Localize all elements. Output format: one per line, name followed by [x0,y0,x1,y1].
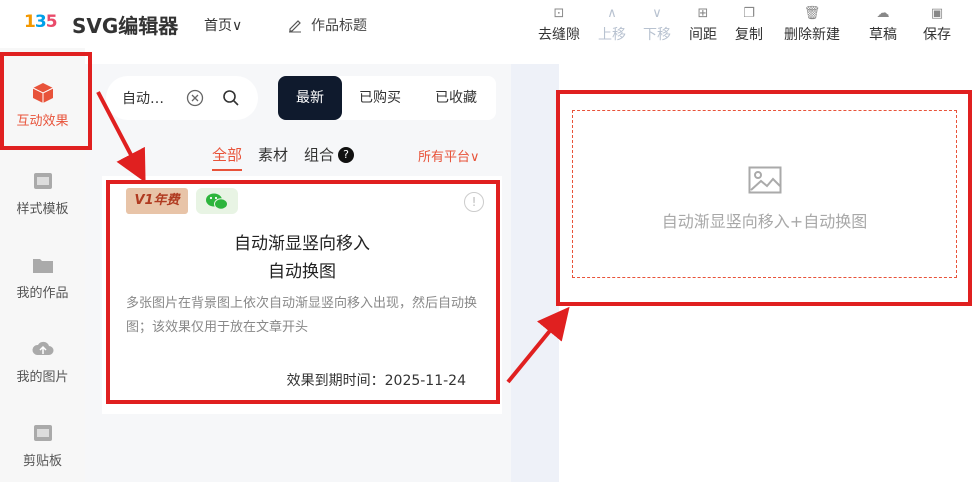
search-box [106,76,258,120]
copy-icon: ❐ [743,6,755,21]
folder-icon [32,259,53,273]
help-icon[interactable]: ? [338,147,355,163]
highlight-box-card [106,180,500,404]
tab-materials[interactable]: 素材 [258,144,288,171]
grid-icon: ⊡ [553,6,565,21]
clear-icon[interactable] [186,89,204,107]
category-tabs: 全部 素材 组合? [212,144,355,171]
home-menu[interactable]: 首页∨ [204,15,242,35]
tab-combinations[interactable]: 组合? [304,144,355,171]
segment-latest[interactable]: 最新 [278,76,342,120]
tab-all[interactable]: 全部 [212,144,243,171]
search-input[interactable] [122,90,176,106]
highlight-box-sidebar [0,52,92,150]
segment-purchased[interactable]: 已购买 [342,76,418,120]
segment-favorites[interactable]: 已收藏 [418,76,494,120]
sidebar-item-style-templates[interactable]: 样式模板 [0,170,85,217]
remove-gap-button[interactable]: ⊡ 去缝隙 [536,4,582,46]
trash-icon: 🗑 [803,6,821,21]
search-icon[interactable] [222,89,240,107]
save-button[interactable]: ▣ 保存 [914,4,960,46]
chevron-down-icon: ∨ [652,6,662,21]
pencil-icon [289,20,301,33]
highlight-box-canvas [556,90,972,306]
copy-button[interactable]: ❐ 复制 [726,4,772,46]
sidebar-item-clipboard[interactable]: 剪贴板 [0,422,85,469]
template-icon [33,173,52,189]
sidebar-item-my-images[interactable]: 我的图片 [0,338,85,385]
sidebar-item-my-works[interactable]: 我的作品 [0,254,85,301]
save-icon: ▣ [930,6,944,21]
spacing-icon: ⊞ [697,6,709,21]
brand-name: SVG编辑器 [72,14,179,38]
logo-icon: 135 [24,12,58,32]
spacing-button[interactable]: ⊞ 间距 [680,4,726,46]
move-down-button[interactable]: ∨ 下移 [634,4,680,46]
draft-button[interactable]: ☁ 草稿 [860,4,906,46]
cloud-upload-icon [31,341,53,355]
clipboard-icon [33,425,52,441]
top-bar: 135 SVG编辑器 首页∨ 作品标题 ⊡ 去缝隙 ∧ 上移 ∨ 下移 ⊞ 间距 ❐ 复制… [0,0,973,48]
move-up-button[interactable]: ∧ 上移 [589,4,635,46]
chevron-up-icon: ∧ [607,6,617,21]
sort-segment: 最新 已购买 已收藏 [278,76,496,120]
work-title[interactable]: 作品标题 [287,15,367,35]
delete-new-button[interactable]: 🗑 删除新建 [778,4,846,46]
work-title-label: 作品标题 [311,18,367,34]
cloud-icon: ☁ [876,6,890,21]
platform-filter[interactable]: 所有平台∨ [418,146,480,165]
